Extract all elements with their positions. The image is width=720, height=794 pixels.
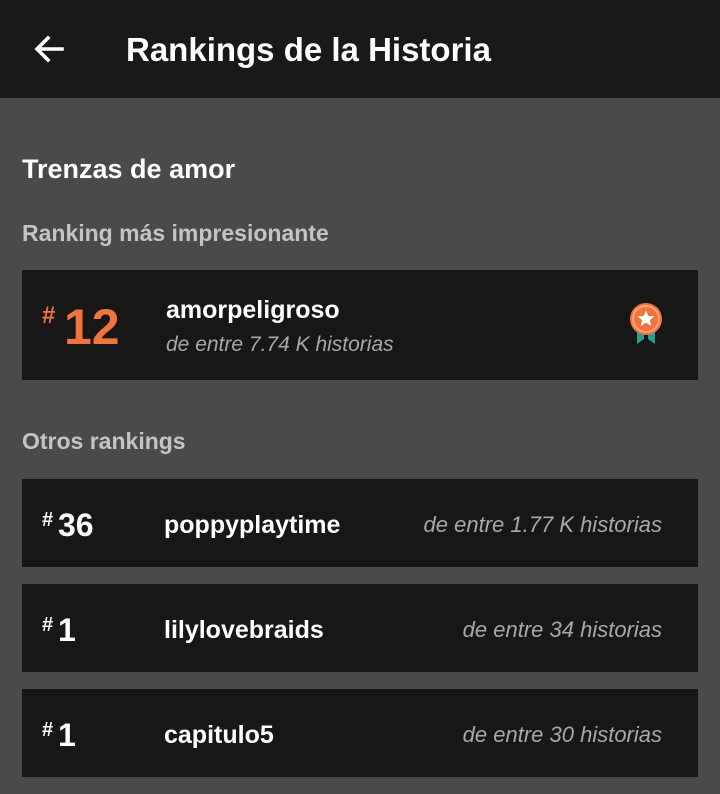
rank-number: 1 <box>58 717 76 753</box>
ranking-subtitle: de entre 30 historias <box>462 722 662 747</box>
story-title: Trenzas de amor <box>22 154 236 184</box>
ranking-tag: amorpeligroso <box>166 296 340 324</box>
rank-number: 12 <box>64 299 120 355</box>
rank-hash: # <box>42 719 54 741</box>
top-app-bar: Rankings de la Historia <box>0 0 720 98</box>
ranking-subtitle: de entre 1.77 K historias <box>423 512 662 537</box>
ranking-tag: poppyplaytime <box>164 511 341 539</box>
rank-hash: # <box>42 509 54 531</box>
page-title: Rankings de la Historia <box>126 31 491 68</box>
ranking-row[interactable]: # 1 capitulo5 de entre 30 historias <box>22 689 698 777</box>
ranking-tag: lilylovebraids <box>164 616 324 644</box>
medal-star-icon <box>630 303 662 344</box>
ranking-subtitle: de entre 7.74 K historias <box>166 333 394 356</box>
rank-number: 36 <box>58 507 94 543</box>
ranking-tag: capitulo5 <box>164 721 274 749</box>
best-ranking-card[interactable]: # 12 amorpeligroso de entre 7.74 K histo… <box>22 270 698 380</box>
back-button[interactable] <box>26 26 72 72</box>
rank-number: 1 <box>58 612 76 648</box>
rank-hash: # <box>42 302 56 329</box>
other-rankings-label: Otros rankings <box>22 428 186 454</box>
rank-hash: # <box>42 614 54 636</box>
ranking-row[interactable]: # 1 lilylovebraids de entre 34 historias <box>22 584 698 672</box>
best-ranking-label: Ranking más impresionante <box>22 220 329 246</box>
ranking-subtitle: de entre 34 historias <box>462 617 662 642</box>
ranking-row[interactable]: # 36 poppyplaytime de entre 1.77 K histo… <box>22 479 698 567</box>
arrow-left-icon <box>34 35 64 63</box>
